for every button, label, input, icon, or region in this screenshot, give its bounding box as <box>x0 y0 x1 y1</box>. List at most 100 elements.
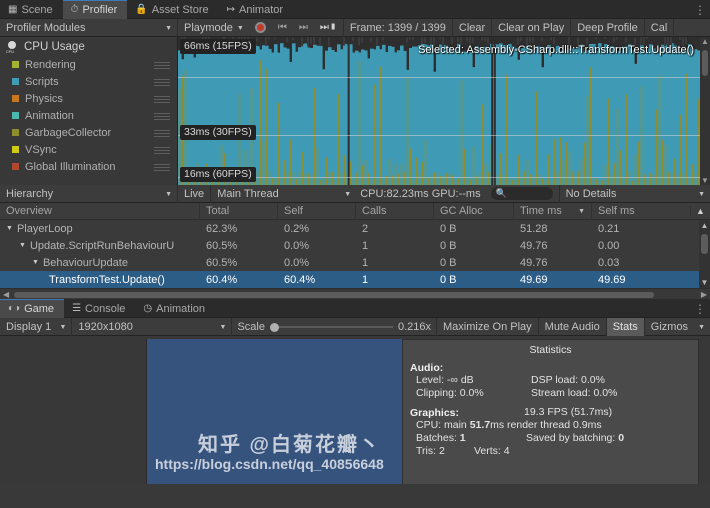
drag-handle-icon[interactable] <box>154 130 170 137</box>
column-header-total[interactable]: Total <box>200 202 278 220</box>
tab-game[interactable]: ◐◑ Game <box>0 299 65 318</box>
column-header-time-ms-label: Time ms <box>520 205 562 217</box>
table-row[interactable]: ▼ BehaviourUpdate 60.5% 0.0% 1 0 B 49.76 0.03 <box>0 254 710 271</box>
table-row[interactable]: ▼ PlayerLoop 62.3% 0.2% 2 0 B 51.28 0.21 <box>0 220 710 237</box>
tab-animation[interactable]: ◷ Animation <box>135 299 215 318</box>
row-name: ▼ Update.ScriptRunBehaviourU <box>19 239 175 252</box>
scroll-up-icon[interactable]: ▲ <box>700 37 710 46</box>
scale-slider-group[interactable]: Scale 0.216x <box>232 317 438 336</box>
module-color-swatch <box>12 112 19 119</box>
chevron-down-icon: ▼ <box>165 191 172 198</box>
details-dropdown[interactable]: No Details ▼ <box>558 184 710 203</box>
column-header-gc-alloc[interactable]: GC Alloc <box>434 202 514 220</box>
column-header-calls[interactable]: Calls <box>356 202 434 220</box>
sort-descending-icon: ▼ <box>578 207 585 215</box>
slider-handle[interactable] <box>269 322 279 332</box>
hierarchy-vertical-scrollbar[interactable]: ▲ ▼ <box>699 220 710 288</box>
drag-handle-icon[interactable] <box>154 147 170 154</box>
clear-on-play-toggle[interactable]: Clear on Play <box>492 18 572 37</box>
first-frame-button[interactable]: ⏮ <box>272 19 293 37</box>
scroll-down-icon[interactable]: ▼ <box>699 277 710 288</box>
scroll-up-icon[interactable]: ▲ <box>699 220 710 231</box>
drag-handle-icon[interactable] <box>154 164 170 171</box>
module-legend-item[interactable]: Global Illumination <box>0 158 177 175</box>
drag-handle-icon[interactable] <box>154 96 170 103</box>
prev-frame-button[interactable]: ⏭ <box>293 19 314 37</box>
maximize-on-play-toggle[interactable]: Maximize On Play <box>437 317 539 336</box>
resolution-label: 1920x1080 <box>78 320 133 333</box>
game-view[interactable]: Statistics Audio: Level: -∞ dB Clipping:… <box>0 336 710 484</box>
saved-by-batching-label: Saved by batching: <box>526 432 619 444</box>
tab-scene[interactable]: ▦ Scene <box>0 0 63 19</box>
module-legend-item[interactable]: Rendering <box>0 56 177 73</box>
sort-ascending-icon[interactable]: ▲ <box>690 206 710 216</box>
disclosure-triangle-icon[interactable]: ▼ <box>6 225 13 232</box>
mute-audio-toggle[interactable]: Mute Audio <box>539 317 607 336</box>
scroll-thumb[interactable] <box>701 234 708 254</box>
clear-button[interactable]: Clear <box>453 18 493 37</box>
stopwatch-icon: ⏱ <box>70 4 79 15</box>
cpu-usage-module-header[interactable]: CPU Usage <box>0 37 177 56</box>
tab-asset-store[interactable]: 🔒 Asset Store <box>127 0 218 19</box>
module-legend-item[interactable]: Scripts <box>0 73 177 90</box>
profiler-window-menu-icon[interactable]: ⋮ <box>693 0 707 19</box>
scroll-down-icon[interactable]: ▼ <box>700 176 710 185</box>
module-legend-item[interactable]: VSync <box>0 141 177 158</box>
tab-scene-label: Scene <box>21 3 53 16</box>
graphics-cpu-line: CPU: main 51.7ms render thread 0.9ms <box>416 419 698 432</box>
last-frame-button[interactable]: ⏭▮ <box>314 19 343 37</box>
chart-vertical-scrollbar[interactable]: ▲ ▼ <box>700 37 710 185</box>
thread-dropdown[interactable]: Main Thread ▼ <box>211 185 356 203</box>
gizmos-dropdown[interactable]: Gizmos <box>645 318 693 336</box>
game-window-menu-icon[interactable]: ⋮ <box>693 299 707 318</box>
drag-handle-icon[interactable] <box>154 62 170 69</box>
scroll-right-icon[interactable]: ▶ <box>701 290 707 299</box>
column-header-self[interactable]: Self <box>278 202 356 220</box>
module-legend-item[interactable]: Physics <box>0 90 177 107</box>
record-button[interactable] <box>249 19 272 37</box>
scroll-left-icon[interactable]: ◀ <box>3 290 9 299</box>
scale-slider[interactable] <box>269 321 393 333</box>
tab-profiler[interactable]: ⏱ Profiler <box>62 0 128 19</box>
disclosure-triangle-icon[interactable]: ▼ <box>32 259 39 266</box>
cpu-usage-chart[interactable]: 66ms (15FPS) 33ms (30FPS) 16ms (60FPS) S… <box>178 37 710 185</box>
search-box[interactable]: 🔍 <box>490 187 553 200</box>
graphics-batches-line: Batches: 1 Saved by batching: 0 <box>416 432 698 445</box>
fps-marker-15: 66ms (15FPS) <box>180 39 256 54</box>
playmode-dropdown[interactable]: Playmode ▼ <box>178 19 249 37</box>
gizmos-chevron[interactable]: ▼ <box>693 318 710 336</box>
drag-handle-icon[interactable] <box>154 113 170 120</box>
display-dropdown[interactable]: Display 1 ▼ <box>0 317 73 336</box>
resolution-dropdown[interactable]: 1920x1080 ▼ <box>72 317 233 336</box>
profiler-toolbar: Profiler Modules ▼ Playmode ▼ ⏮ ⏭ ⏭▮ Fra… <box>0 18 710 37</box>
unity-editor-root: ▦ Scene ⏱ Profiler 🔒 Asset Store ↦ Anima… <box>0 0 710 508</box>
tab-console[interactable]: ☰ Console <box>64 299 135 318</box>
column-header-time-ms[interactable]: Time ms ▼ <box>514 202 592 220</box>
hierarchy-column-headers: Overview Total Self Calls GC Alloc Time … <box>0 202 710 220</box>
table-row[interactable]: TransformTest.Update() 60.4% 60.4% 1 0 B 49.6… <box>0 271 710 288</box>
call-stacks-toggle[interactable]: Cal <box>645 18 675 37</box>
module-legend-item[interactable]: GarbageCollector <box>0 124 177 141</box>
hierarchy-horizontal-scrollbar[interactable]: ◀ ▶ <box>0 288 710 299</box>
column-header-self-ms[interactable]: Self ms <box>592 203 690 220</box>
grid-icon: ▦ <box>8 3 18 15</box>
skip-forward-icon: ⏭▮ <box>319 22 337 33</box>
module-legend-item[interactable]: Animation <box>0 107 177 124</box>
scroll-thumb[interactable] <box>702 50 708 76</box>
scroll-thumb[interactable] <box>14 292 654 298</box>
profiler-modules-dropdown[interactable]: Profiler Modules ▼ <box>0 18 178 37</box>
search-input[interactable] <box>506 188 547 199</box>
disclosure-triangle-icon[interactable]: ▼ <box>19 242 26 249</box>
hierarchy-view-dropdown[interactable]: Hierarchy ▼ <box>0 184 178 203</box>
live-toggle[interactable]: Live <box>178 184 212 203</box>
table-row[interactable]: ▼ Update.ScriptRunBehaviourU 60.5% 0.0% 1 0 B… <box>0 237 710 254</box>
details-label: No Details <box>565 187 617 200</box>
stats-toggle[interactable]: Stats <box>606 317 645 336</box>
tris-value: Tris: 2 <box>416 445 445 457</box>
column-header-overview[interactable]: Overview <box>0 202 200 220</box>
deep-profile-toggle[interactable]: Deep Profile <box>571 18 645 37</box>
row-self-ms: 0.03 <box>598 256 620 269</box>
tab-animator[interactable]: ↦ Animator <box>219 0 293 19</box>
drag-handle-icon[interactable] <box>154 79 170 86</box>
module-legend-label: Animation <box>25 109 74 122</box>
